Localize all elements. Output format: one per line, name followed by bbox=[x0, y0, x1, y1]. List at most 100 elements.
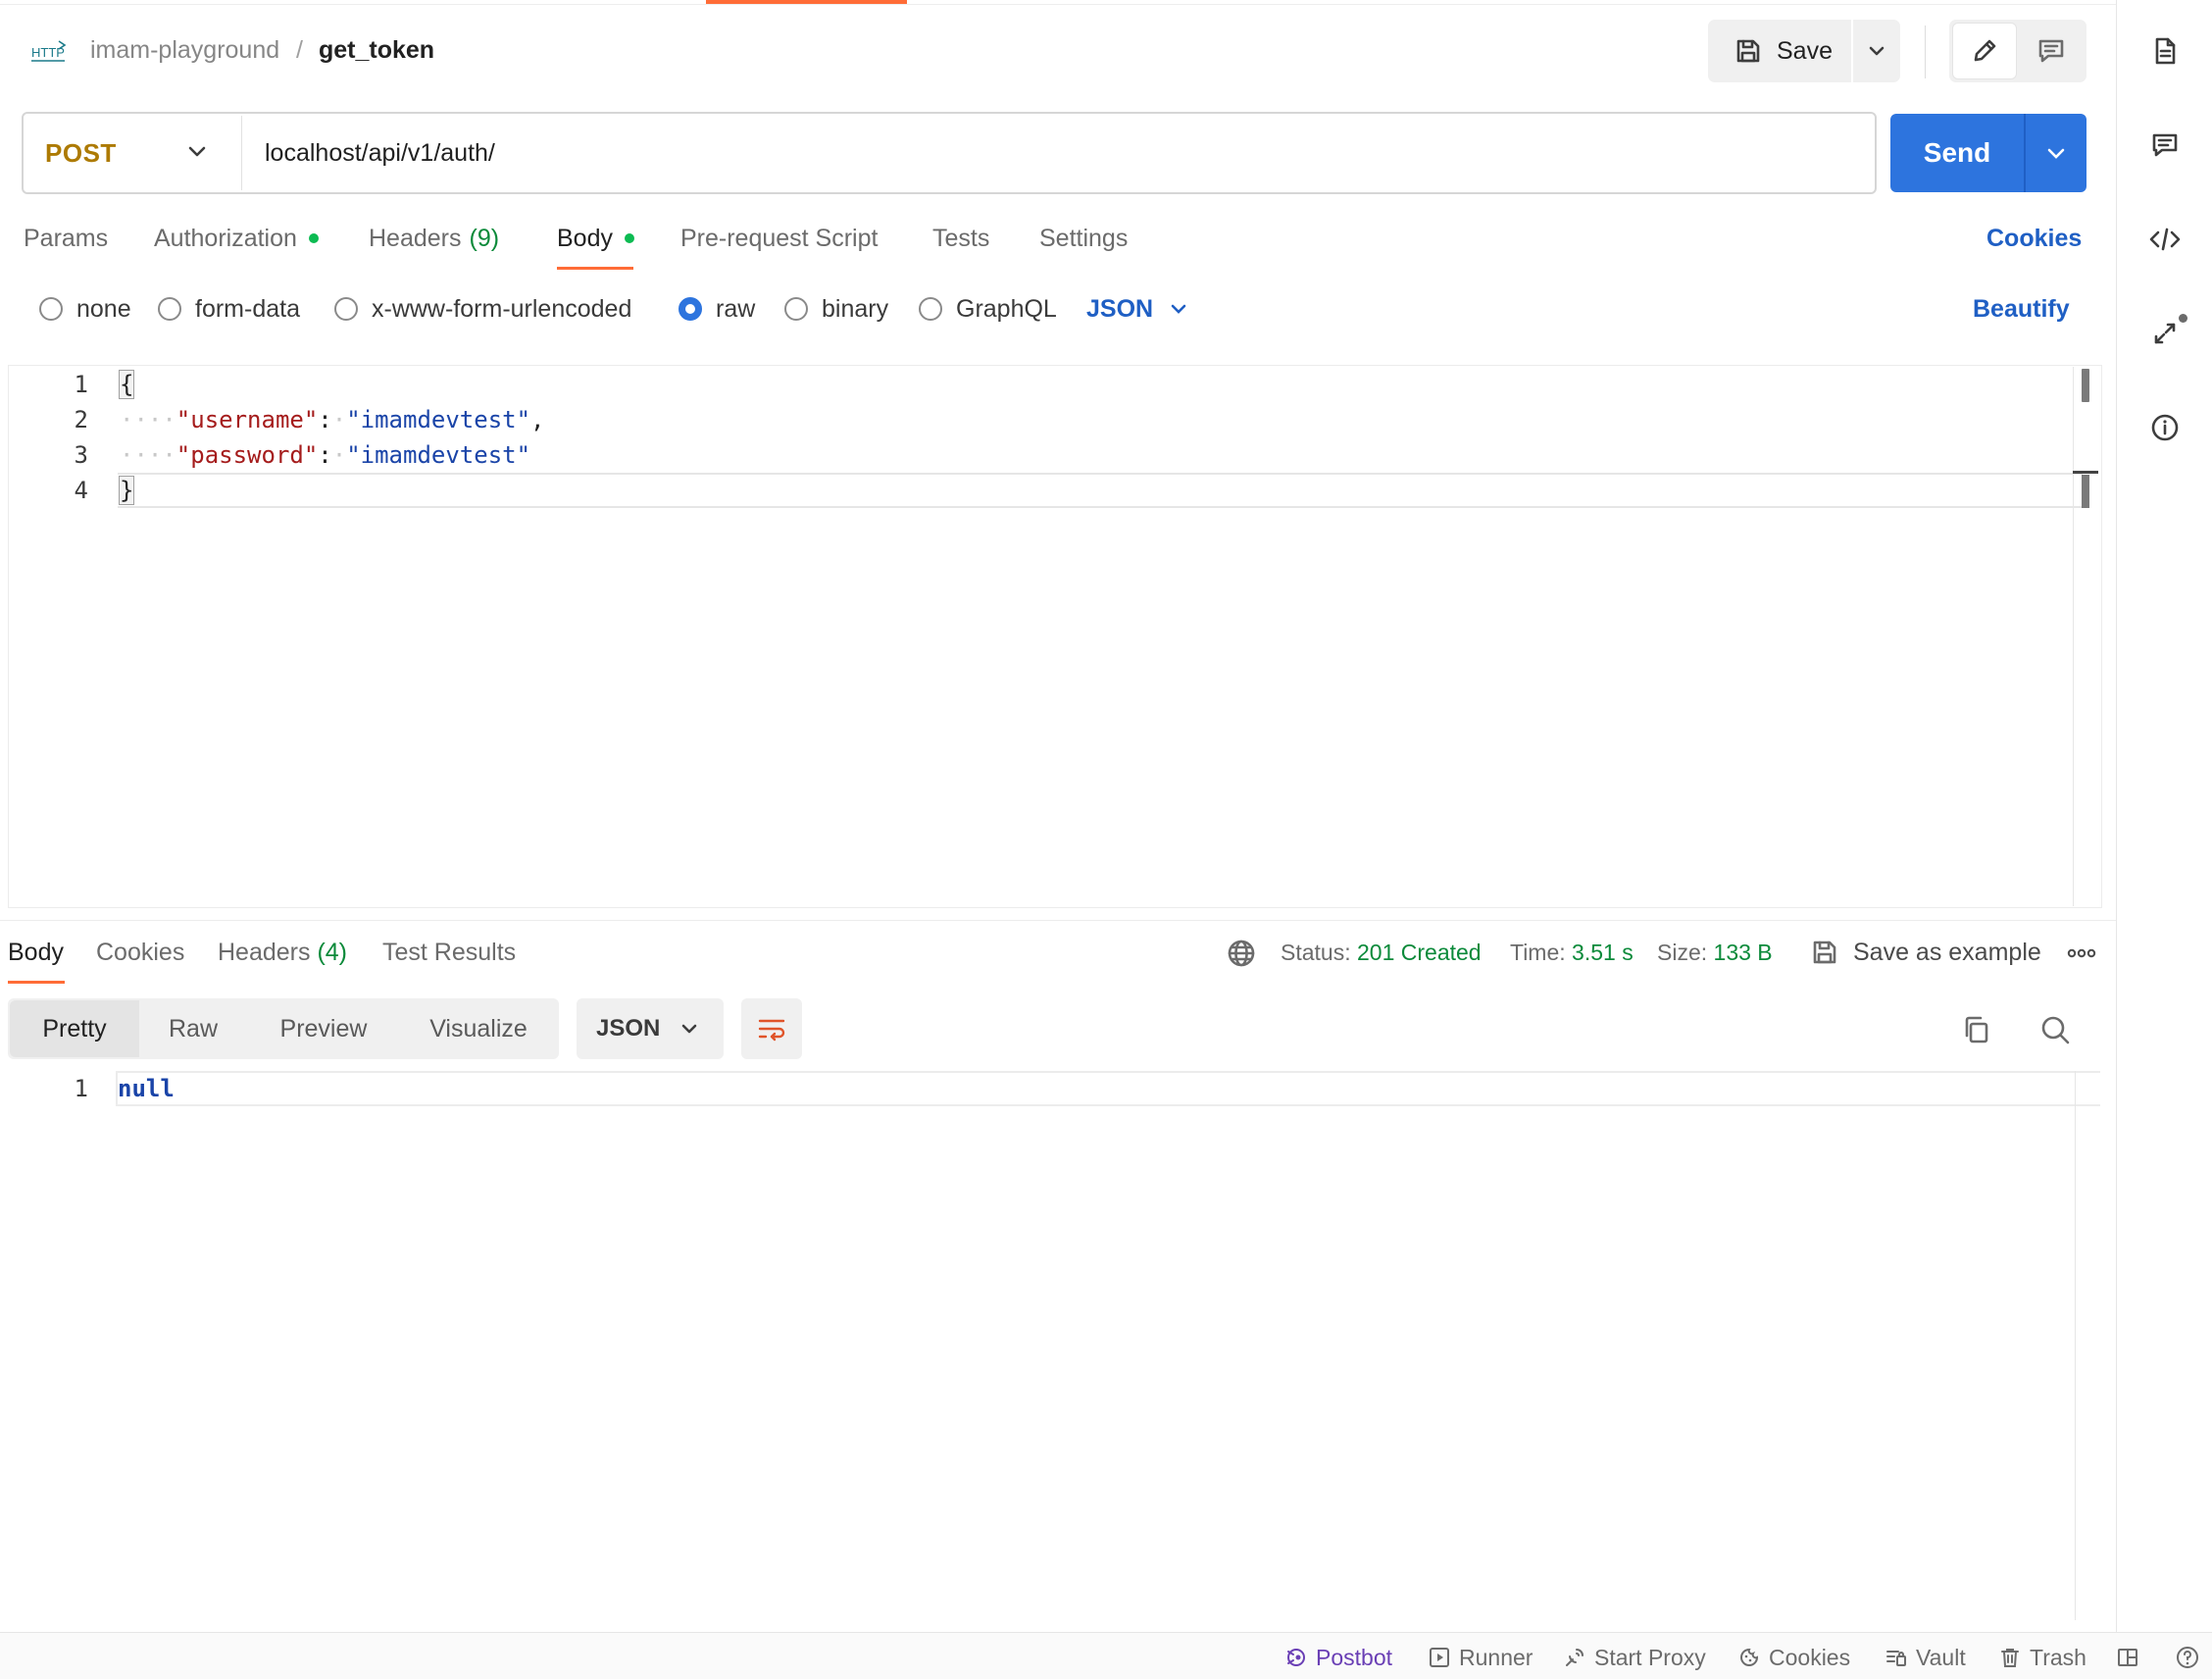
tab-tests[interactable]: Tests bbox=[932, 222, 989, 255]
response-tab-test-results[interactable]: Test Results bbox=[382, 936, 516, 969]
info-button[interactable] bbox=[2143, 406, 2187, 449]
chevron-down-icon bbox=[679, 1019, 699, 1039]
save-as-example-button[interactable]: Save as example bbox=[1810, 934, 2041, 971]
tab-body[interactable]: Body bbox=[557, 222, 634, 255]
json-key: "password" bbox=[176, 441, 319, 469]
radio-label: GraphQL bbox=[956, 294, 1057, 323]
save-icon bbox=[1734, 36, 1763, 66]
size-value: 133 B bbox=[1713, 940, 1773, 965]
documentation-button[interactable] bbox=[2143, 29, 2187, 73]
cookies-button[interactable]: Cookies bbox=[1737, 1644, 1850, 1671]
comments-button[interactable] bbox=[2143, 124, 2187, 167]
body-type-raw[interactable]: raw bbox=[679, 292, 755, 326]
tab-params[interactable]: Params bbox=[24, 222, 108, 255]
body-type-urlencoded[interactable]: x-www-form-urlencoded bbox=[334, 292, 631, 326]
more-options-button[interactable] bbox=[2065, 940, 2098, 967]
code-line: ····"username":·"imamdevtest", bbox=[120, 402, 545, 437]
word-wrap-button[interactable] bbox=[741, 998, 802, 1059]
beautify-button[interactable]: Beautify bbox=[1973, 292, 2070, 326]
globe-icon[interactable] bbox=[1226, 938, 1257, 969]
time-label: Time: bbox=[1510, 940, 1566, 965]
response-body-text[interactable]: null bbox=[118, 1071, 175, 1106]
json-colon: : bbox=[318, 406, 332, 433]
whitespace-marker: · bbox=[331, 406, 347, 433]
send-options-button[interactable] bbox=[2026, 114, 2086, 192]
save-options-button[interactable] bbox=[1853, 20, 1900, 82]
json-key: "username" bbox=[176, 406, 319, 433]
vault-button[interactable]: Vault bbox=[1885, 1644, 1966, 1671]
view-pretty[interactable]: Pretty bbox=[10, 1000, 139, 1057]
response-tab-body[interactable]: Body bbox=[8, 936, 64, 969]
tab-settings[interactable]: Settings bbox=[1039, 222, 1128, 255]
indent-guide: ···· bbox=[120, 441, 176, 469]
request-name[interactable]: get_token bbox=[319, 33, 434, 67]
save-button[interactable]: Save bbox=[1708, 20, 1851, 82]
body-language-label: JSON bbox=[1086, 294, 1154, 323]
breadcrumb-collection[interactable]: imam-playground bbox=[90, 33, 279, 67]
status-bar bbox=[0, 1632, 2212, 1679]
trash-button[interactable]: Trash bbox=[1998, 1644, 2086, 1671]
line-number: 1 bbox=[74, 1075, 88, 1102]
radio-button[interactable] bbox=[39, 297, 63, 321]
line-number: 2 bbox=[74, 406, 88, 433]
help-icon bbox=[2175, 1645, 2200, 1670]
radio-button[interactable] bbox=[784, 297, 808, 321]
edit-mode-button[interactable] bbox=[1953, 24, 2016, 78]
chevron-down-icon[interactable] bbox=[182, 137, 212, 167]
code-snippet-button[interactable] bbox=[2143, 218, 2187, 261]
tab-pre-request-script[interactable]: Pre-request Script bbox=[680, 222, 878, 255]
body-language-select[interactable]: JSON bbox=[1086, 292, 1188, 326]
response-time[interactable]: Time: 3.51 s bbox=[1510, 936, 1634, 969]
body-type-binary[interactable]: binary bbox=[784, 292, 888, 326]
code-line: ····"password":·"imamdevtest" bbox=[120, 437, 530, 473]
url-input[interactable] bbox=[243, 114, 1871, 192]
header-divider bbox=[1925, 25, 1926, 78]
search-button[interactable] bbox=[2036, 1010, 2075, 1049]
radio-button-selected[interactable] bbox=[679, 297, 702, 321]
response-tab-headers[interactable]: Headers (4) bbox=[218, 936, 347, 969]
code-icon bbox=[2148, 225, 2182, 254]
body-type-graphql[interactable]: GraphQL bbox=[919, 292, 1057, 326]
radio-button[interactable] bbox=[158, 297, 181, 321]
two-pane-layout-button[interactable] bbox=[2116, 1644, 2139, 1671]
tab-label: Headers bbox=[218, 939, 311, 966]
view-visualize[interactable]: Visualize bbox=[400, 998, 557, 1059]
response-language-label: JSON bbox=[596, 1015, 661, 1042]
cookie-icon bbox=[1737, 1646, 1761, 1669]
comments-mode-button[interactable] bbox=[2020, 24, 2083, 78]
start-proxy-button[interactable]: Start Proxy bbox=[1563, 1644, 1706, 1671]
runner-button[interactable]: Runner bbox=[1428, 1644, 1533, 1671]
modified-indicator bbox=[308, 233, 319, 243]
tab-authorization[interactable]: Authorization bbox=[154, 222, 319, 255]
view-preview[interactable]: Preview bbox=[247, 998, 400, 1059]
status-label: Status: bbox=[1281, 940, 1351, 965]
radio-button[interactable] bbox=[334, 297, 358, 321]
indent-guide: ···· bbox=[120, 406, 176, 433]
pane-splitter[interactable] bbox=[0, 920, 2116, 921]
body-type-form-data[interactable]: form-data bbox=[158, 292, 300, 326]
response-tab-cookies[interactable]: Cookies bbox=[96, 936, 184, 969]
svg-text:HTTP: HTTP bbox=[31, 45, 65, 60]
trash-icon bbox=[1998, 1646, 2022, 1669]
radio-button[interactable] bbox=[919, 297, 942, 321]
json-comma: , bbox=[530, 406, 545, 433]
layout-icon bbox=[2116, 1646, 2139, 1669]
radio-label: x-www-form-urlencoded bbox=[372, 294, 632, 323]
send-button[interactable]: Send bbox=[1890, 114, 2024, 192]
tab-label: Authorization bbox=[154, 225, 297, 252]
json-string: "imamdevtest" bbox=[346, 406, 531, 433]
postbot-icon bbox=[1284, 1646, 1308, 1669]
postbot-button[interactable]: Postbot bbox=[1284, 1644, 1392, 1671]
response-size[interactable]: Size: 133 B bbox=[1657, 936, 1773, 969]
help-button[interactable] bbox=[2175, 1644, 2200, 1671]
chevron-down-icon bbox=[2044, 141, 2068, 165]
tab-headers[interactable]: Headers (9) bbox=[369, 222, 499, 255]
body-type-none[interactable]: none bbox=[39, 292, 131, 326]
copy-button[interactable] bbox=[1957, 1010, 1996, 1049]
editor-scrollbar-thumb[interactable] bbox=[2082, 369, 2089, 402]
active-tab-underline bbox=[557, 267, 633, 270]
response-status[interactable]: Status: 201 Created bbox=[1281, 936, 1482, 969]
view-raw[interactable]: Raw bbox=[139, 998, 247, 1059]
cookies-link[interactable]: Cookies bbox=[1986, 222, 2082, 255]
response-language-select[interactable]: JSON bbox=[577, 998, 724, 1059]
